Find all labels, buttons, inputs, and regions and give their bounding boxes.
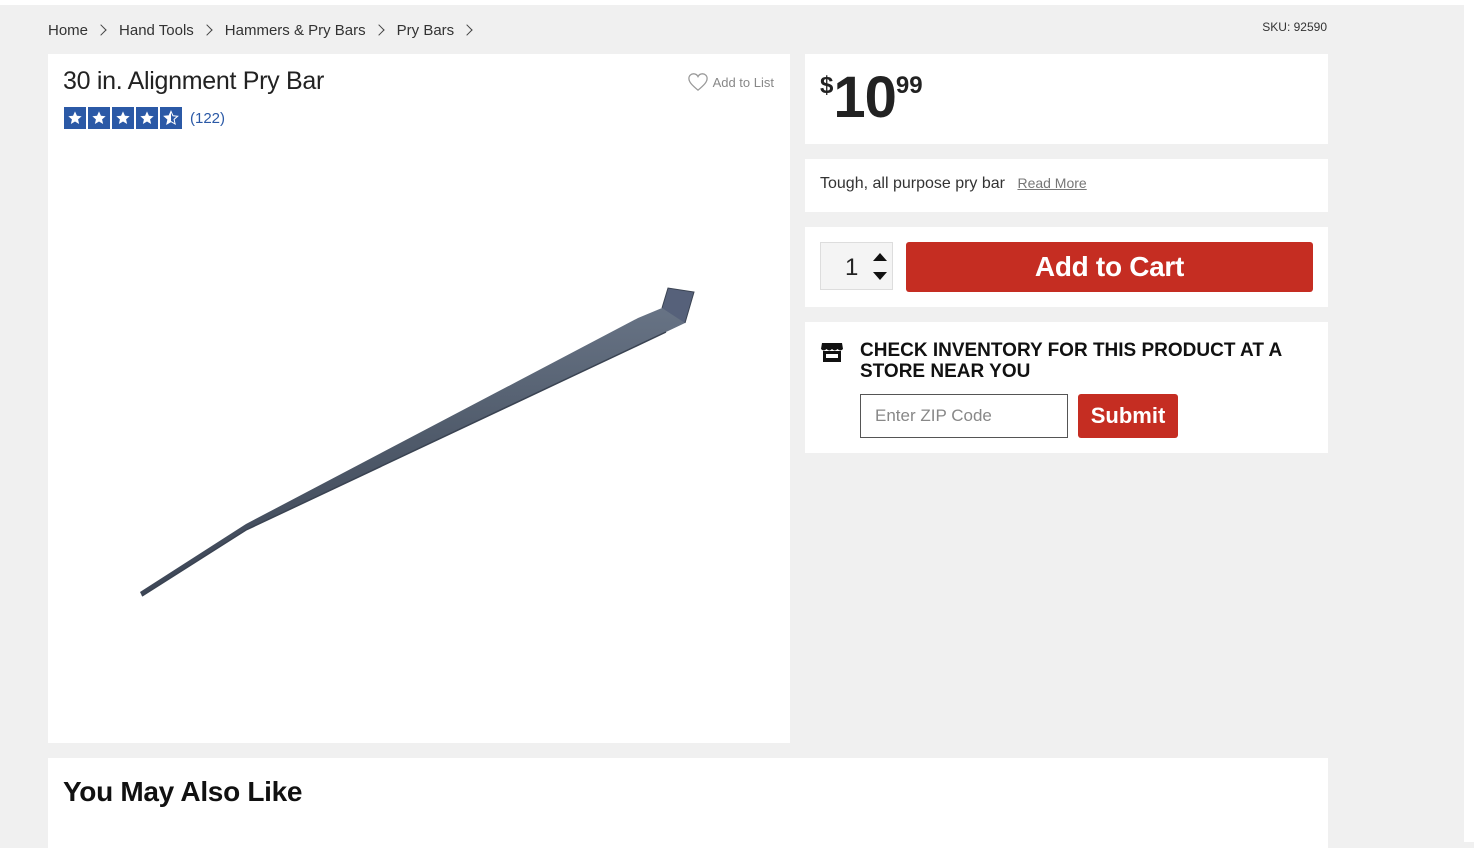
price: $ 10 99 (820, 68, 923, 128)
breadcrumb-pry-bars[interactable]: Pry Bars (397, 22, 455, 39)
price-cents: 99 (895, 72, 923, 99)
review-count[interactable]: (122) (190, 110, 225, 127)
recommendations-title: You May Also Like (63, 776, 303, 807)
description: Tough, all purpose pry bar Read More (820, 175, 1087, 193)
chevron-right-icon (201, 24, 213, 36)
half-star-icon (160, 107, 182, 129)
pry-bar-image (140, 287, 695, 597)
sku-label: SKU: 92590 (1262, 20, 1327, 34)
product-panel: 30 in. Alignment Pry Bar Add to List (12… (48, 54, 790, 743)
breadcrumb-home[interactable]: Home (48, 22, 88, 39)
breadcrumb: Home Hand Tools Hammers & Pry Bars Pry B… (48, 18, 485, 42)
star-icon (64, 107, 86, 129)
chevron-right-icon (95, 24, 107, 36)
caret-down-icon[interactable] (873, 272, 887, 280)
star-rating[interactable]: (122) (64, 107, 225, 129)
price-box: $ 10 99 (805, 54, 1328, 144)
breadcrumb-hand-tools[interactable]: Hand Tools (119, 22, 194, 39)
caret-up-icon[interactable] (873, 253, 887, 261)
chevron-right-icon (372, 24, 385, 36)
inventory-heading: CHECK INVENTORY FOR THIS PRODUCT AT A ST… (860, 340, 1282, 382)
description-text: Tough, all purpose pry bar (820, 175, 1005, 192)
right-scroll-gutter (1464, 0, 1474, 842)
breadcrumb-hammers-pry-bars[interactable]: Hammers & Pry Bars (225, 22, 366, 39)
recommendations-section: You May Also Like (48, 758, 1328, 848)
star-icon (88, 107, 110, 129)
star-icon (112, 107, 134, 129)
price-dollars: 10 (833, 65, 897, 130)
star-icon (136, 107, 158, 129)
zip-code-input[interactable] (860, 394, 1068, 438)
add-to-cart-button[interactable]: Add to Cart (906, 242, 1313, 292)
submit-button[interactable]: Submit (1078, 394, 1178, 438)
price-currency: $ (820, 72, 834, 99)
quantity-stepper[interactable]: 1 (820, 242, 893, 290)
heart-icon (687, 73, 708, 92)
product-title: 30 in. Alignment Pry Bar (63, 67, 324, 95)
inventory-box: CHECK INVENTORY FOR THIS PRODUCT AT A ST… (805, 322, 1328, 453)
add-to-list-label: Add to List (712, 74, 774, 90)
cart-box: 1 Add to Cart (805, 227, 1328, 307)
quantity-value[interactable]: 1 (845, 254, 858, 282)
add-to-list-button[interactable]: Add to List (687, 72, 774, 92)
description-box: Tough, all purpose pry bar Read More (805, 159, 1328, 212)
read-more-link[interactable]: Read More (1017, 175, 1086, 191)
store-icon (821, 343, 843, 362)
stars (64, 107, 182, 129)
chevron-right-icon (461, 24, 473, 36)
top-strip (0, 0, 1474, 5)
